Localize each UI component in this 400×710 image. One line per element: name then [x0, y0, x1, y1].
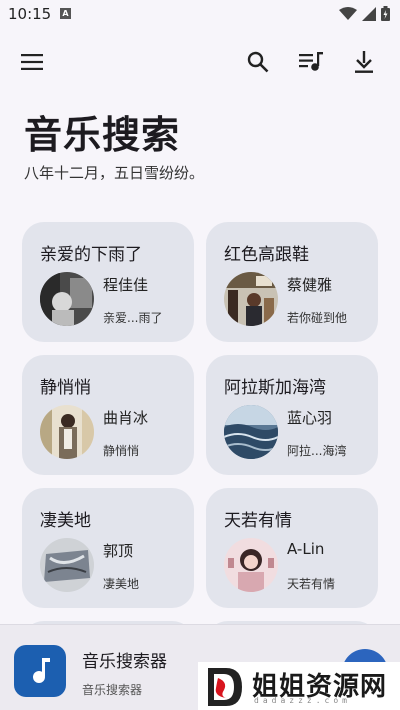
- status-bar: 10:15 A: [0, 0, 400, 30]
- status-icons: [339, 6, 390, 21]
- queue-music-icon: [299, 52, 323, 71]
- song-artist: 程佳佳: [103, 276, 149, 294]
- watermark-logo-icon: [208, 668, 242, 706]
- song-title: 天若有情: [224, 511, 292, 531]
- search-button[interactable]: [244, 48, 272, 76]
- song-card[interactable]: 天若有情 A-Lin 天若有情: [206, 488, 378, 608]
- song-title: 静悄悄: [40, 378, 91, 398]
- album-cover: [224, 272, 278, 326]
- page-title: 音乐搜索: [24, 113, 181, 157]
- top-app-bar: [0, 40, 400, 84]
- song-artist: A-Lin: [287, 540, 325, 558]
- menu-icon: [21, 54, 43, 70]
- song-subtitle: 亲爱...雨了: [103, 311, 163, 325]
- download-button[interactable]: [350, 48, 378, 76]
- song-title: 阿拉斯加海湾: [224, 378, 326, 398]
- album-cover: [224, 405, 278, 459]
- album-cover: [224, 538, 278, 592]
- player-artwork: [14, 645, 66, 697]
- album-cover: [40, 272, 94, 326]
- song-subtitle: 凄美地: [103, 577, 140, 591]
- song-grid: 亲爱的下雨了 程佳佳 亲爱...雨了 红色高跟鞋 蔡健雅 若你碰到他 静悄悄 曲…: [22, 222, 378, 642]
- a-notification-icon: A: [60, 8, 71, 19]
- song-artist: 曲肖冰: [103, 409, 149, 427]
- song-subtitle: 天若有情: [287, 577, 336, 591]
- song-subtitle: 静悄悄: [103, 444, 140, 458]
- signal-icon: [362, 6, 376, 21]
- song-card[interactable]: 红色高跟鞋 蔡健雅 若你碰到他: [206, 222, 378, 342]
- song-title: 凄美地: [40, 511, 91, 531]
- menu-button[interactable]: [18, 48, 46, 76]
- queue-music-button[interactable]: [297, 48, 325, 76]
- song-card[interactable]: 静悄悄 曲肖冰 静悄悄: [22, 355, 194, 475]
- player-subtitle: 音乐搜索器: [82, 683, 143, 697]
- song-card[interactable]: 凄美地 郭顶 凄美地: [22, 488, 194, 608]
- status-time: 10:15: [8, 5, 52, 23]
- song-subtitle: 阿拉...海湾: [287, 444, 347, 458]
- song-title: 红色高跟鞋: [224, 245, 309, 265]
- song-artist: 郭顶: [103, 542, 134, 560]
- search-icon: [247, 51, 269, 73]
- page-subtitle: 八年十二月，五日雪纷纷。: [24, 164, 205, 182]
- song-artist: 蔡健雅: [287, 276, 333, 294]
- watermark-url: dadazzz.com: [254, 696, 351, 705]
- song-artist: 蓝心羽: [287, 409, 333, 427]
- music-note-icon: [33, 658, 50, 683]
- song-card[interactable]: 亲爱的下雨了 程佳佳 亲爱...雨了: [22, 222, 194, 342]
- song-title: 亲爱的下雨了: [40, 245, 142, 265]
- song-card[interactable]: 阿拉斯加海湾 蓝心羽 阿拉...海湾: [206, 355, 378, 475]
- watermark: 姐姐资源网 dadazzz.com: [198, 662, 400, 710]
- download-icon: [355, 51, 373, 73]
- album-cover: [40, 405, 94, 459]
- wifi-icon: [339, 6, 357, 20]
- song-subtitle: 若你碰到他: [287, 311, 348, 325]
- battery-icon: [381, 6, 390, 21]
- album-cover: [40, 538, 94, 592]
- player-title: 音乐搜索器: [82, 652, 167, 672]
